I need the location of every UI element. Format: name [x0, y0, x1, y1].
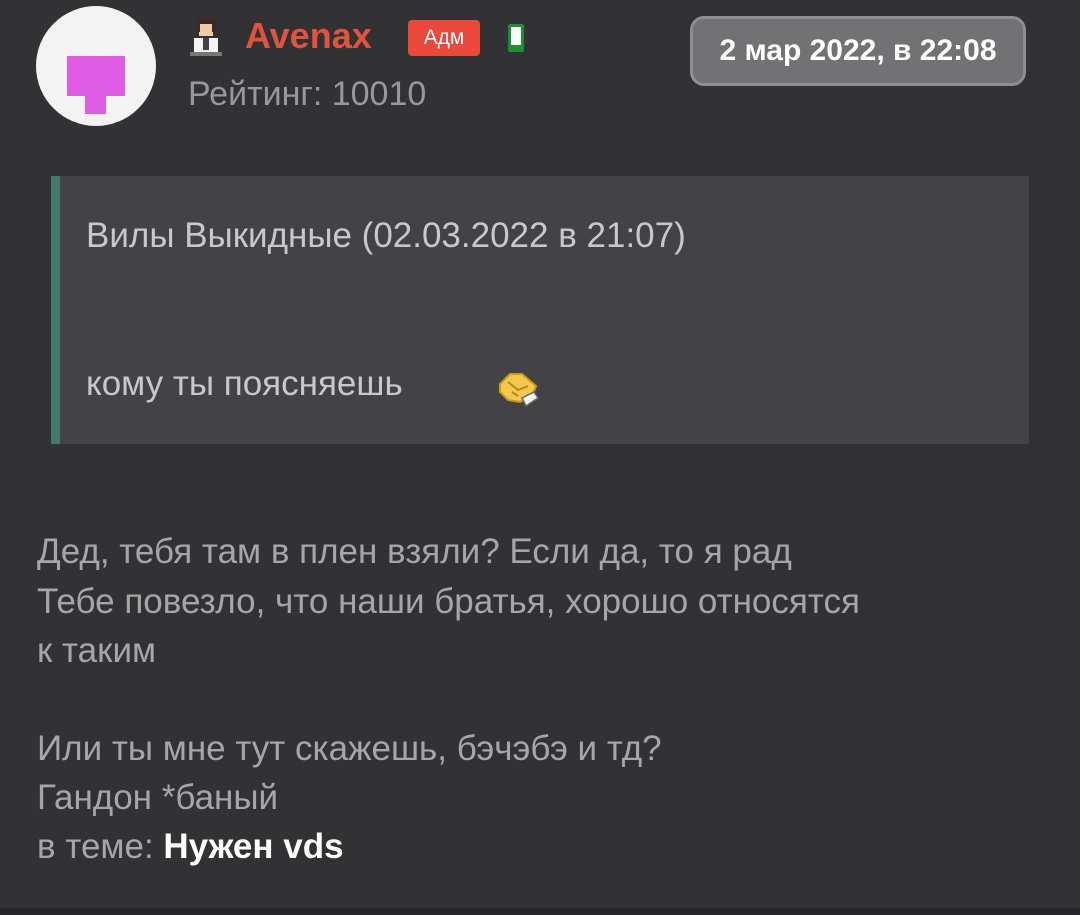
post-line-1: Дед, тебя там в плен взяли? Если да, то …: [37, 532, 792, 571]
avatar[interactable]: [36, 6, 156, 126]
post-separator: [0, 908, 1080, 915]
topic-prefix: в теме:: [37, 827, 164, 866]
post-line-5: Гандон *баный: [37, 778, 279, 817]
user-icon: [190, 18, 222, 56]
forum-post: Avenax Адм Рейтинг: 10010 2 мар 2022, в …: [0, 0, 1080, 908]
handshake-emoji: [499, 373, 540, 408]
post-line-4: Или ты мне тут скажешь, бэчэбэ и тд?: [37, 729, 662, 768]
quote-text: кому ты поясняешь: [86, 364, 403, 403]
post-line-3: к таким: [37, 631, 157, 670]
online-phone-icon: [508, 24, 524, 52]
avatar-image: [67, 56, 125, 114]
quote-author: Вилы Выкидные (02.03.2022 в 21:07): [86, 216, 686, 255]
author-name[interactable]: Avenax: [245, 14, 372, 58]
author-rating: Рейтинг: 10010: [188, 75, 427, 113]
quote-block: Вилы Выкидные (02.03.2022 в 21:07) кому …: [51, 176, 1029, 444]
role-badge: Адм: [408, 20, 480, 56]
topic-line: в теме: Нужен vds: [37, 823, 344, 871]
topic-link[interactable]: Нужен vds: [163, 827, 343, 866]
post-date: 2 мар 2022, в 22:08: [690, 16, 1026, 86]
post-line-2: Тебе повезло, что наши братья, хорошо от…: [37, 582, 860, 621]
